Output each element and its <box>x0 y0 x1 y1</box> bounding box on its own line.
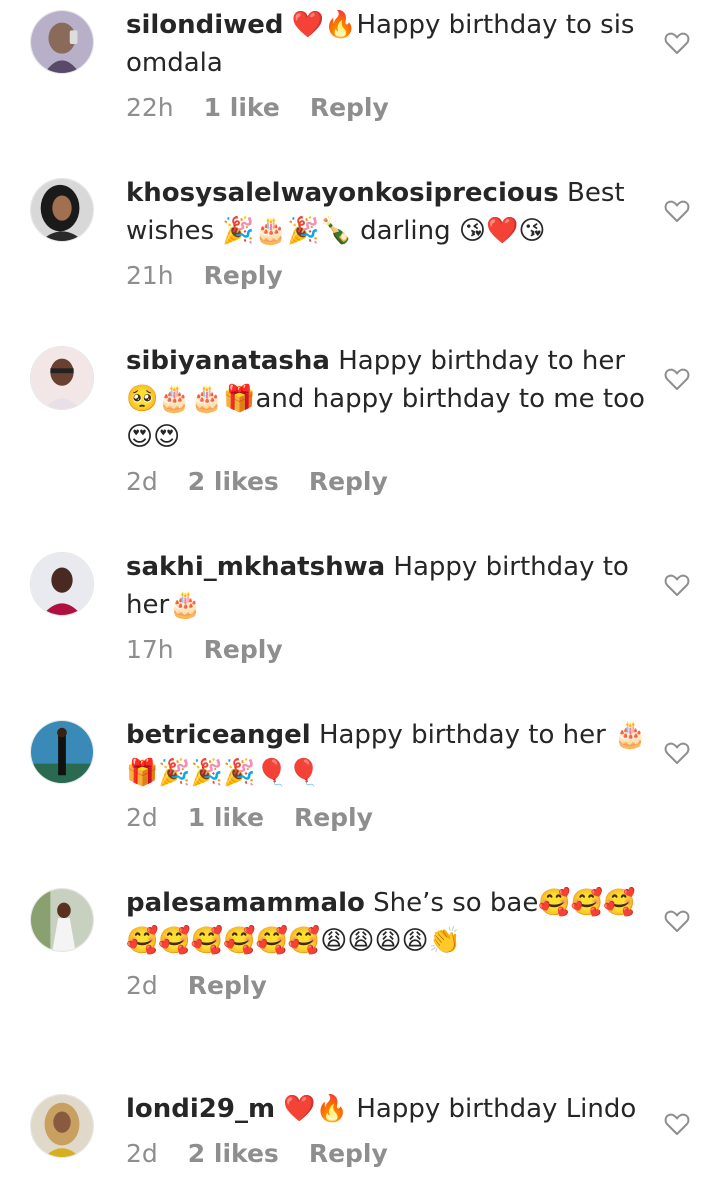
avatar[interactable] <box>30 1094 94 1158</box>
heart-outline-icon[interactable] <box>664 909 690 933</box>
comment-time: 2d <box>126 803 158 832</box>
reply-button[interactable]: Reply <box>204 635 283 664</box>
heart-outline-icon[interactable] <box>664 199 690 223</box>
heart-outline-icon[interactable] <box>664 1112 690 1136</box>
comment-text: sakhi_mkhatshwa Happy birthday to her🎂 <box>126 548 656 624</box>
reply-button[interactable]: Reply <box>294 803 373 832</box>
comment-likes[interactable]: 1 like <box>204 93 280 122</box>
comment-time: 17h <box>126 635 174 664</box>
comment-time: 2d <box>126 1139 158 1168</box>
comment-body: ❤️🔥 Happy birthday Lindo <box>283 1094 637 1124</box>
comment-time: 22h <box>126 93 174 122</box>
avatar[interactable] <box>30 10 94 74</box>
comment-text: palesamammalo She’s so bae🥰🥰🥰🥰🥰🥰🥰🥰🥰😩😩😩😩👏 <box>126 884 656 960</box>
comment-meta: 2d 2 likes Reply <box>126 464 656 500</box>
reply-button[interactable]: Reply <box>309 467 388 496</box>
avatar[interactable] <box>30 178 94 242</box>
comment-username[interactable]: betriceangel <box>126 720 311 750</box>
comment-likes[interactable]: 2 likes <box>188 467 279 496</box>
comment-meta: 2d 2 likes Reply <box>126 1136 656 1172</box>
comment-text: silondiwed ❤️🔥Happy birthday to sis omda… <box>126 6 656 82</box>
heart-outline-icon[interactable] <box>664 741 690 765</box>
comment-likes[interactable]: 2 likes <box>188 1139 279 1168</box>
reply-button[interactable]: Reply <box>310 93 389 122</box>
comment-likes[interactable]: 1 like <box>188 803 264 832</box>
avatar[interactable] <box>30 888 94 952</box>
comment-meta: 22h 1 like Reply <box>126 90 656 126</box>
comment-meta: 2d 1 like Reply <box>126 800 656 836</box>
avatar[interactable] <box>30 720 94 784</box>
comment-time: 2d <box>126 467 158 496</box>
reply-button[interactable]: Reply <box>188 971 267 1000</box>
comment-text: londi29_m ❤️🔥 Happy birthday Lindo <box>126 1090 656 1128</box>
comment-username[interactable]: palesamammalo <box>126 888 365 918</box>
comment-username[interactable]: sibiyanatasha <box>126 346 330 376</box>
reply-button[interactable]: Reply <box>309 1139 388 1168</box>
comment-text: betriceangel Happy birthday to her 🎂🎁🎉🎉🎉… <box>126 716 656 792</box>
comment-meta: 2d Reply <box>126 968 656 1004</box>
heart-outline-icon[interactable] <box>664 367 690 391</box>
comment-text: khosysalelwayonkosiprecious Best wishes … <box>126 174 656 250</box>
comment-username[interactable]: sakhi_mkhatshwa <box>126 552 385 582</box>
comment-text: sibiyanatasha Happy birthday to her 🥺🎂🎂🎁… <box>126 342 656 456</box>
comment-username[interactable]: silondiwed <box>126 10 283 40</box>
avatar[interactable] <box>30 346 94 410</box>
comment-list: silondiwed ❤️🔥Happy birthday to sis omda… <box>0 0 720 1187</box>
heart-outline-icon[interactable] <box>664 573 690 597</box>
avatar[interactable] <box>30 552 94 616</box>
heart-outline-icon[interactable] <box>664 31 690 55</box>
comment-meta: 17h Reply <box>126 632 656 668</box>
comment-time: 2d <box>126 971 158 1000</box>
comment-meta: 21h Reply <box>126 258 656 294</box>
comment-username[interactable]: londi29_m <box>126 1094 275 1124</box>
comment-time: 21h <box>126 261 174 290</box>
comment-username[interactable]: khosysalelwayonkosiprecious <box>126 178 559 208</box>
reply-button[interactable]: Reply <box>204 261 283 290</box>
